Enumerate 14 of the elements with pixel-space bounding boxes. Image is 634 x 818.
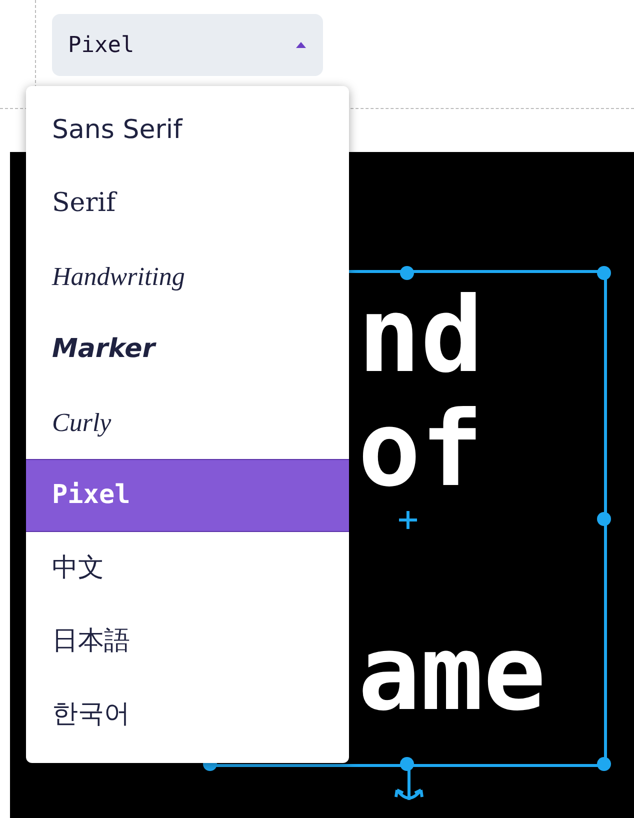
resize-handle[interactable] bbox=[400, 266, 414, 280]
canvas-text: of bbox=[358, 397, 484, 501]
font-option[interactable]: Sans Serif bbox=[26, 94, 349, 167]
move-icon bbox=[397, 509, 419, 531]
caret-icon bbox=[295, 41, 307, 49]
canvas-text: nd bbox=[358, 283, 484, 387]
resize-handle[interactable] bbox=[597, 512, 611, 526]
resize-handle[interactable] bbox=[597, 757, 611, 771]
font-dropdown[interactable]: Pixel bbox=[52, 14, 323, 76]
font-option[interactable]: Pixel bbox=[26, 459, 349, 532]
canvas-text: ame bbox=[358, 621, 546, 725]
font-option[interactable]: Serif bbox=[26, 167, 349, 240]
resize-handle[interactable] bbox=[597, 266, 611, 280]
resize-handle[interactable] bbox=[400, 757, 414, 771]
